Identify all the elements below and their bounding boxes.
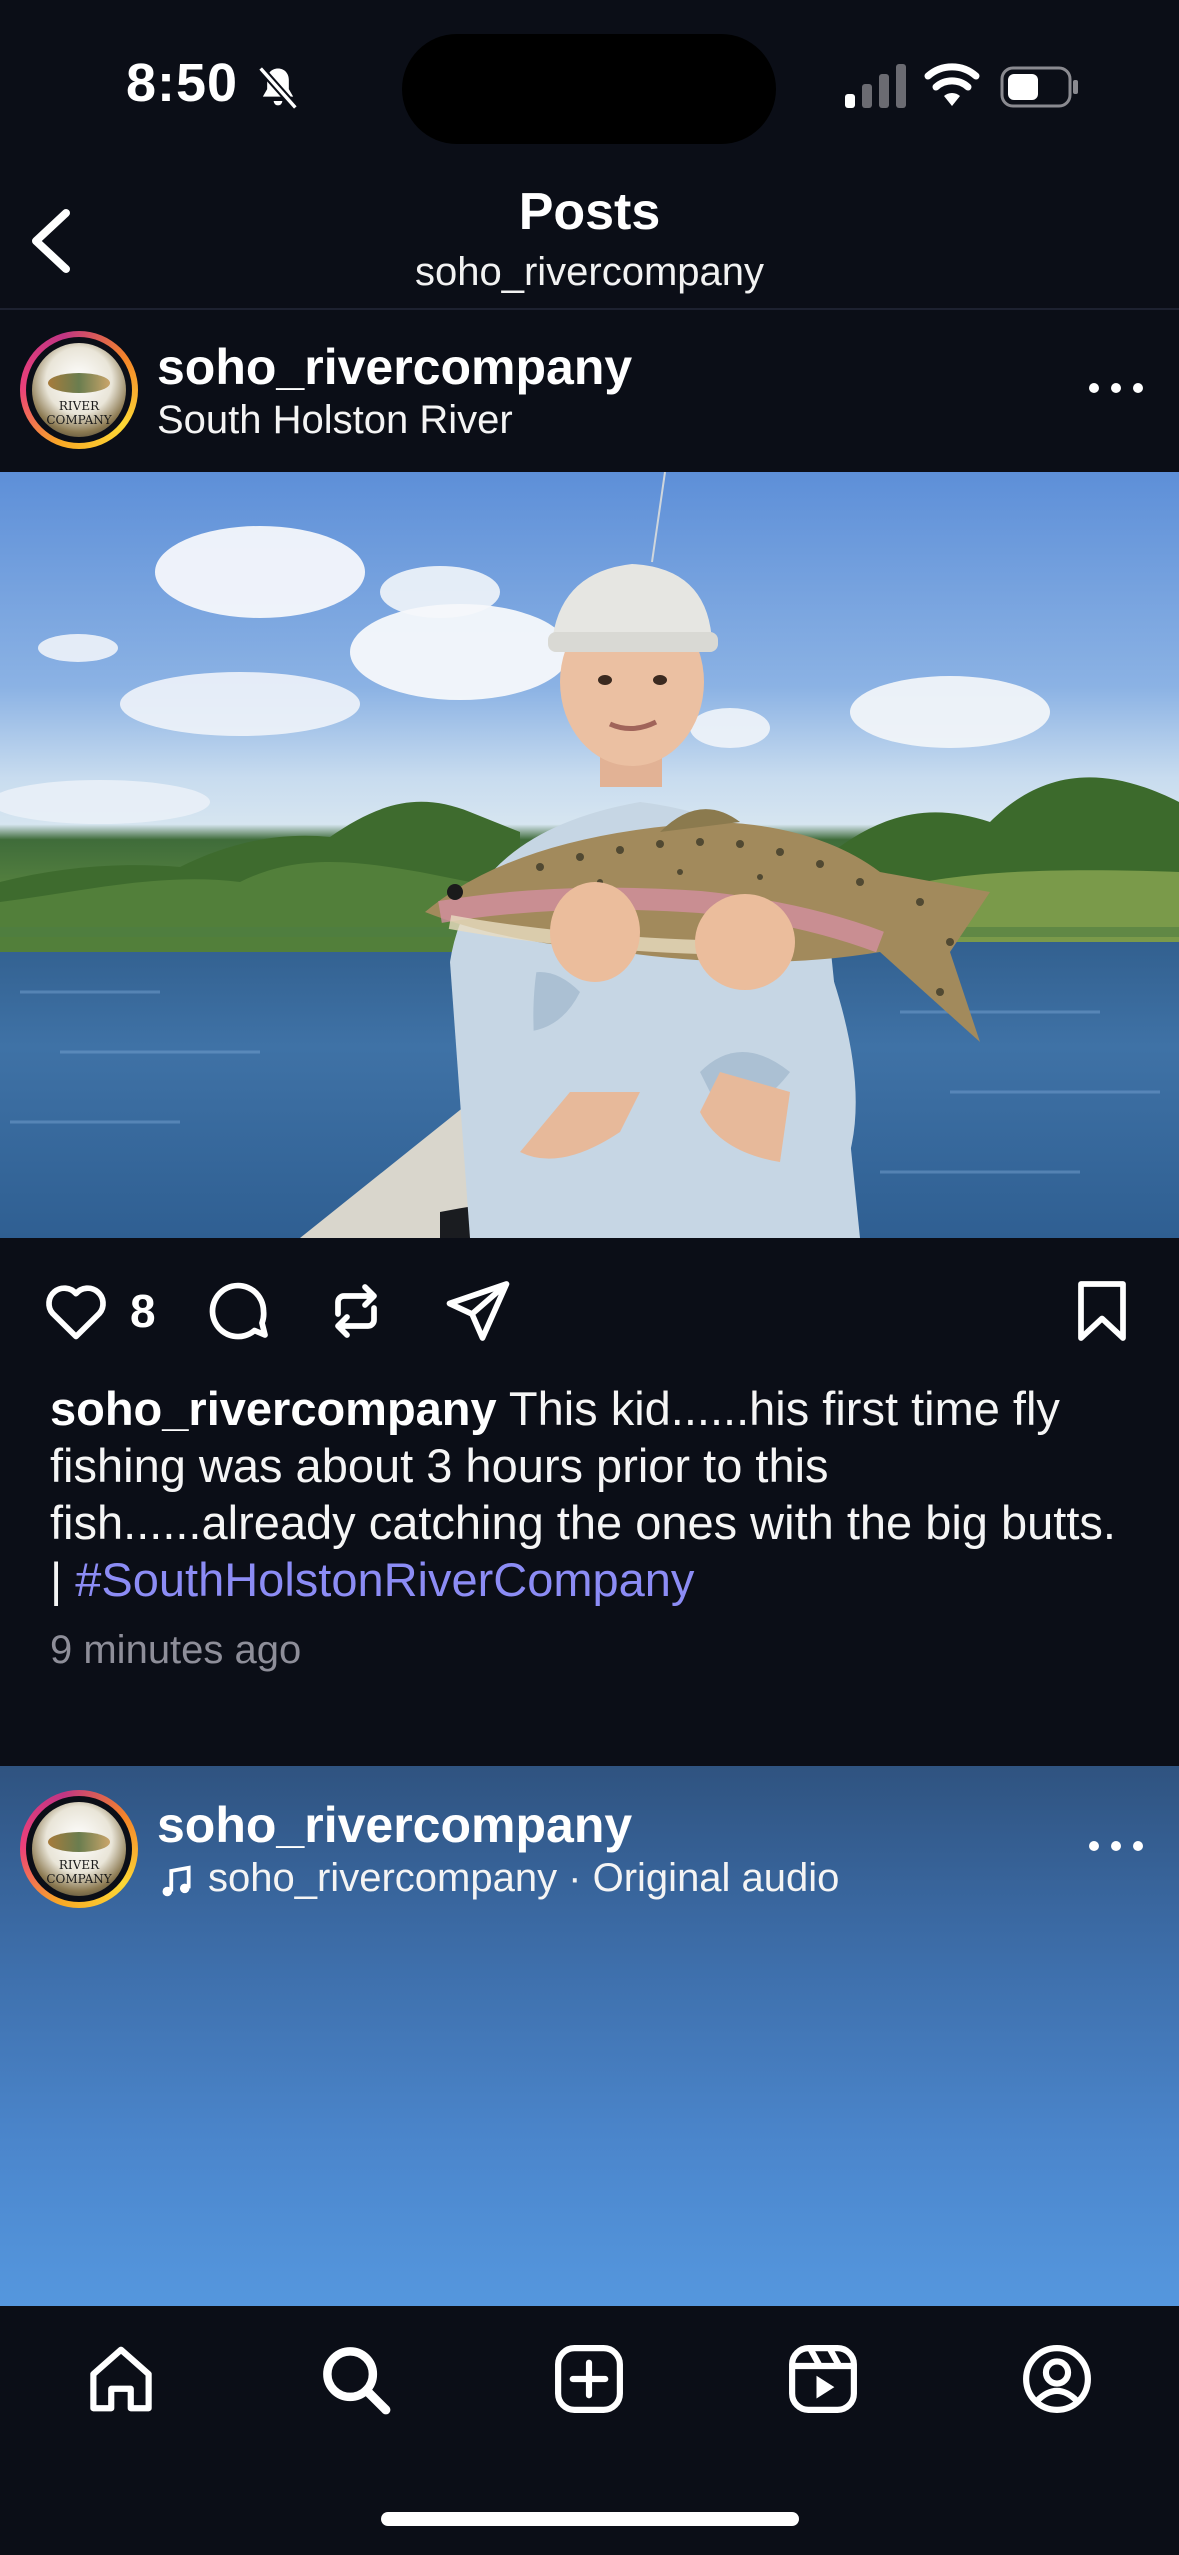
- home-indicator[interactable]: [381, 2512, 799, 2526]
- wifi-icon: [924, 63, 980, 106]
- bookmark-icon[interactable]: [1066, 1275, 1138, 1347]
- share-icon[interactable]: [442, 1275, 514, 1347]
- home-icon[interactable]: [82, 2340, 160, 2418]
- like-count[interactable]: 8: [130, 1284, 156, 1338]
- post-avatar[interactable]: RIVER COMPANY: [20, 331, 138, 449]
- post2-more-options-icon[interactable]: [1086, 1836, 1146, 1856]
- heart-icon[interactable]: [40, 1275, 112, 1347]
- reels-icon[interactable]: [784, 2340, 862, 2418]
- second-post[interactable]: RIVER COMPANY soho_rivercompany soho_riv…: [0, 1766, 1179, 2306]
- caption-username[interactable]: soho_rivercompany: [50, 1382, 497, 1435]
- post-caption: soho_rivercompany This kid......his firs…: [50, 1380, 1140, 1608]
- create-icon[interactable]: [550, 2340, 628, 2418]
- header-divider: [0, 308, 1179, 310]
- post-timestamp: 9 minutes ago: [50, 1628, 302, 1672]
- battery-icon: [1000, 66, 1078, 108]
- page-title: Posts: [518, 183, 661, 241]
- signal-icon: [845, 64, 906, 108]
- avatar-logo-text: RIVER COMPANY: [46, 399, 112, 427]
- post2-avatar[interactable]: RIVER COMPANY: [20, 1790, 138, 1908]
- music-note-icon: [162, 1865, 191, 1897]
- repost-icon[interactable]: [320, 1275, 392, 1347]
- post2-audio[interactable]: soho_rivercompany · Original audio: [208, 1856, 839, 1901]
- dynamic-island: [402, 34, 776, 144]
- status-time: 8:50: [126, 53, 239, 113]
- post2-username[interactable]: soho_rivercompany: [157, 1796, 632, 1854]
- profile-icon[interactable]: [1018, 2340, 1096, 2418]
- page-subtitle: soho_rivercompany: [414, 250, 765, 294]
- post-location[interactable]: South Holston River: [157, 398, 513, 443]
- post2-avatar-logo-text: RIVER COMPANY: [46, 1858, 112, 1886]
- post-username[interactable]: soho_rivercompany: [157, 338, 632, 396]
- photo-illustration: [0, 472, 1179, 1238]
- search-icon[interactable]: [316, 2340, 394, 2418]
- caption-hashtag[interactable]: #SouthHolstonRiverCompany: [75, 1553, 694, 1606]
- more-options-icon[interactable]: [1086, 378, 1146, 398]
- bell-slash-icon: [257, 65, 299, 111]
- comment-icon[interactable]: [202, 1275, 274, 1347]
- post-photo[interactable]: [0, 472, 1179, 1238]
